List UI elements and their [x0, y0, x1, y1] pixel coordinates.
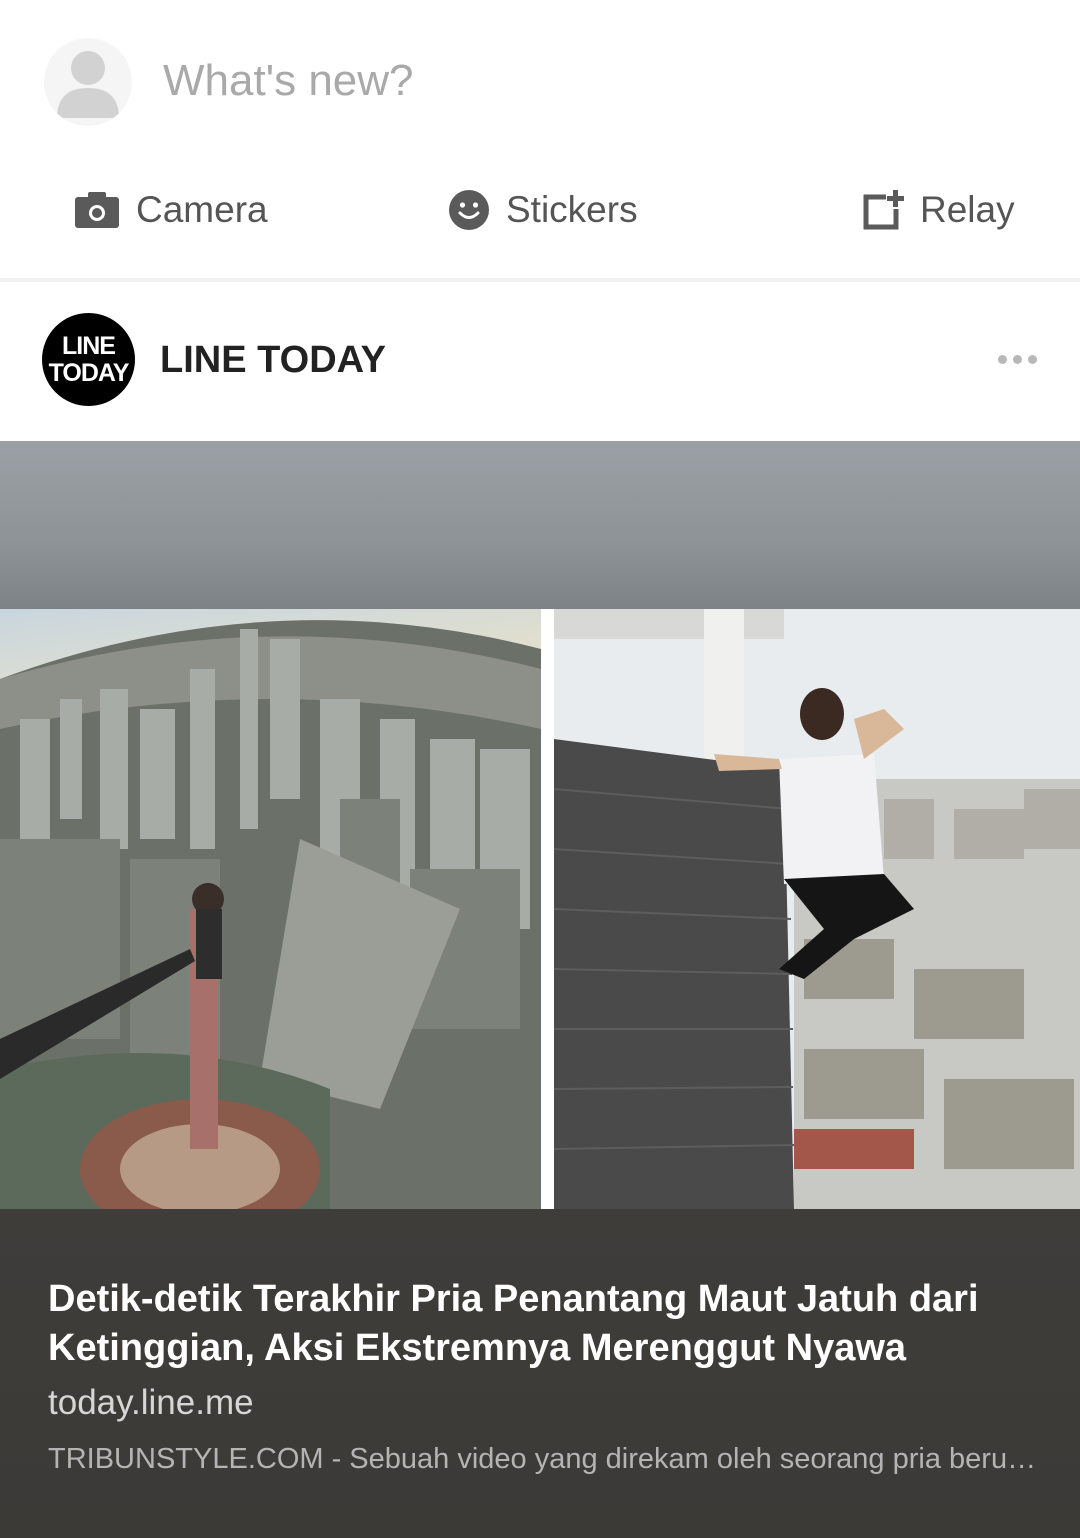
more-dots-icon[interactable] — [988, 344, 1046, 374]
article-headline[interactable]: Detik-detik Terakhir Pria Penantang Maut… — [48, 1275, 1048, 1373]
smiley-icon — [449, 190, 489, 230]
building-hanging-photo — [554, 609, 1080, 1209]
relay-button[interactable]: Relay — [862, 168, 1015, 252]
link-card[interactable]: Detik-detik Terakhir Pria Penantang Maut… — [0, 441, 1080, 1538]
composer-actions: Camera Stickers Relay — [0, 168, 1080, 252]
link-caption: Detik-detik Terakhir Pria Penantang Maut… — [0, 1209, 1080, 1538]
aerial-city-photo — [0, 609, 541, 1209]
post-composer: What's new? Camera Stickers Relay — [0, 0, 1080, 278]
user-silhouette-icon — [57, 51, 119, 118]
article-snippet: TRIBUNSTYLE.COM - Sebuah video yang dire… — [48, 1443, 1037, 1475]
image-blur-band — [0, 441, 1080, 609]
stickers-label: Stickers — [506, 189, 638, 230]
stickers-button[interactable]: Stickers — [448, 168, 638, 252]
logo-line-1: LINE — [62, 331, 116, 360]
article-domain: today.line.me — [48, 1383, 254, 1422]
photo-divider — [541, 609, 554, 1209]
source-name[interactable]: LINE TODAY — [160, 339, 386, 382]
relay-label: Relay — [920, 189, 1015, 230]
line-today-logo[interactable]: LINE TODAY — [42, 313, 135, 406]
whats-new-input[interactable]: What's new? — [163, 56, 414, 106]
post-header: LINE TODAY LINE TODAY — [0, 282, 1080, 441]
avatar[interactable] — [44, 38, 132, 126]
camera-icon — [75, 192, 119, 228]
camera-button[interactable]: Camera — [74, 168, 268, 252]
camera-label: Camera — [136, 189, 268, 230]
logo-line-2: TODAY — [48, 358, 130, 387]
relay-icon — [863, 190, 904, 230]
